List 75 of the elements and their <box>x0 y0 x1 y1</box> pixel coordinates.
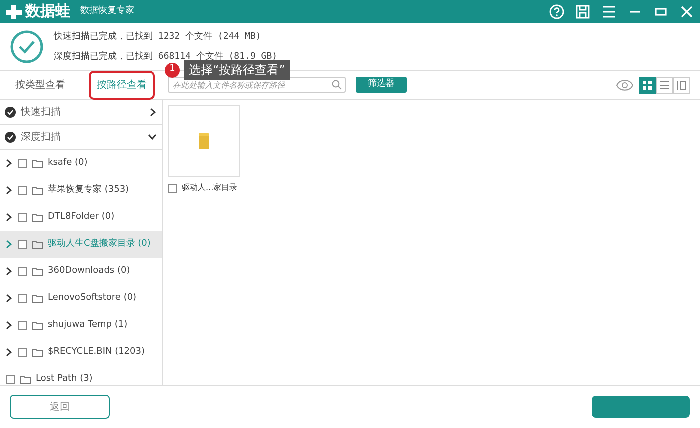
checkbox[interactable] <box>18 267 27 276</box>
folder-icon <box>199 133 209 149</box>
annotation-tooltip: 选择“按路径查看” <box>184 60 290 80</box>
back-button[interactable]: 返回 <box>10 395 110 419</box>
success-check-icon <box>10 30 44 64</box>
chevron-right-icon[interactable] <box>150 108 157 116</box>
folder-tree-item[interactable]: Lost Path (3) <box>0 366 162 385</box>
folder-tree-item[interactable]: ksafe (0) <box>0 150 162 177</box>
checkbox[interactable] <box>18 321 27 330</box>
folder-icon <box>20 375 31 384</box>
folder-label: LenovoSoftstore (0) <box>48 292 137 305</box>
file-thumbnail[interactable] <box>168 105 240 177</box>
menu-icon[interactable] <box>601 4 617 20</box>
checkbox[interactable] <box>18 186 27 195</box>
folder-icon <box>32 321 43 330</box>
folder-icon <box>32 213 43 222</box>
logo-icon <box>5 4 23 20</box>
folder-icon <box>32 294 43 303</box>
file-name: 驱动人...家目录 <box>182 182 238 194</box>
chevron-right-icon[interactable] <box>6 294 13 303</box>
view-mode-button[interactable] <box>656 76 673 94</box>
folder-icon <box>32 267 43 276</box>
folder-label: shujuwa Temp (1) <box>48 318 128 332</box>
folder-icon <box>32 240 43 249</box>
check-circle-icon <box>5 132 16 142</box>
checkbox[interactable] <box>18 348 27 357</box>
view-mode-button[interactable] <box>673 76 690 94</box>
scan-section-label[interactable]: 快速扫描 <box>21 104 61 120</box>
folder-tree-item[interactable]: shujuwa Temp (1) <box>0 312 162 339</box>
checkbox[interactable] <box>18 213 27 222</box>
checkbox[interactable] <box>6 375 15 384</box>
folder-tree-item[interactable]: $RECYCLE.BIN (1203) <box>0 339 162 366</box>
checkbox[interactable] <box>18 240 27 249</box>
folder-icon <box>32 186 43 195</box>
chevron-right-icon[interactable] <box>6 267 13 276</box>
folder-tree-item[interactable]: 苹果恢复专家 (353) <box>0 177 162 204</box>
folder-icon <box>32 159 43 168</box>
checkbox[interactable] <box>18 159 27 168</box>
grid-view-icon <box>643 80 652 90</box>
folder-label: Lost Path (3) <box>36 372 93 385</box>
checkbox[interactable] <box>168 184 177 192</box>
app-name: 数据蛙 <box>26 1 70 22</box>
search-icon[interactable] <box>332 80 342 90</box>
folder-label: ksafe (0) <box>48 156 88 170</box>
chevron-down-icon[interactable] <box>148 134 157 140</box>
folder-label: $RECYCLE.BIN (1203) <box>48 346 145 359</box>
view-mode-button[interactable] <box>639 76 656 94</box>
folder-tree-item[interactable]: DTL8Folder (0) <box>0 204 162 231</box>
step-number-badge: 1 <box>165 62 180 78</box>
detail-view-icon <box>677 80 686 90</box>
scan-summary-text: 快速扫描已完成，已找到 1232 个文件 (244 MB) <box>54 30 262 44</box>
view-tab[interactable]: 按类型查看 <box>9 74 72 96</box>
folder-icon <box>32 348 43 357</box>
chevron-right-icon[interactable] <box>6 348 13 357</box>
folder-tree-item[interactable]: 360Downloads (0) <box>0 258 162 285</box>
eye-icon[interactable] <box>616 80 634 90</box>
folder-label: DTL8Folder (0) <box>48 210 115 224</box>
folder-label: 驱动人生C盘搬家目录 (0) <box>48 238 151 251</box>
folder-tree-item[interactable]: LenovoSoftstore (0) <box>0 285 162 312</box>
checkbox[interactable] <box>18 294 27 303</box>
chevron-right-icon[interactable] <box>6 213 13 222</box>
save-icon[interactable] <box>575 4 591 20</box>
app-subtitle: 数据恢复专家 <box>80 4 134 18</box>
list-view-icon <box>660 80 669 90</box>
chevron-right-icon[interactable] <box>6 321 13 330</box>
scan-section-label[interactable]: 深度扫描 <box>21 130 61 144</box>
folder-label: 苹果恢复专家 (353) <box>48 184 130 197</box>
view-tab[interactable]: 按路径查看 <box>90 72 154 98</box>
chevron-right-icon[interactable] <box>6 186 13 195</box>
help-icon[interactable] <box>549 4 565 20</box>
folder-label: 360Downloads (0) <box>48 264 130 278</box>
chevron-right-icon[interactable] <box>6 159 13 168</box>
filter-button[interactable]: 筛选器 <box>356 77 407 93</box>
check-circle-icon <box>5 106 16 118</box>
close-icon[interactable] <box>679 4 695 20</box>
